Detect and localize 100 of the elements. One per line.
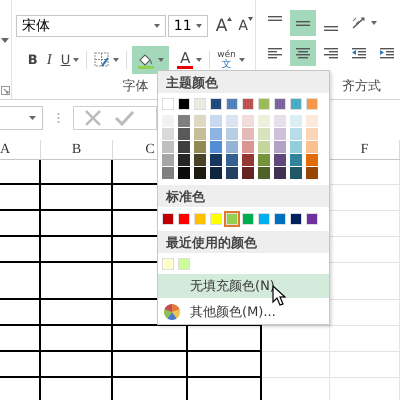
color-swatch[interactable] <box>306 213 318 225</box>
color-swatch[interactable] <box>194 167 206 179</box>
bold-button[interactable]: B <box>26 48 40 72</box>
color-swatch[interactable] <box>194 141 206 153</box>
align-center-icon <box>295 45 311 61</box>
more-colors-menu-item[interactable]: 其他颜色(M)... <box>158 300 329 324</box>
color-swatch[interactable] <box>306 167 318 179</box>
color-swatch[interactable] <box>274 98 286 110</box>
color-swatch[interactable] <box>306 141 318 153</box>
color-swatch[interactable] <box>210 98 222 110</box>
table-cell <box>0 160 41 185</box>
color-swatch[interactable] <box>290 167 302 179</box>
color-swatch[interactable] <box>306 115 318 127</box>
color-swatch[interactable] <box>242 167 254 179</box>
color-swatch[interactable] <box>258 128 270 140</box>
color-swatch[interactable] <box>226 98 238 110</box>
color-swatch[interactable] <box>210 115 222 127</box>
color-swatch[interactable] <box>178 167 190 179</box>
color-swatch[interactable] <box>242 141 254 153</box>
color-swatch[interactable] <box>226 154 238 166</box>
color-swatch[interactable] <box>306 98 318 110</box>
color-swatch[interactable] <box>226 141 238 153</box>
table-cell <box>0 237 41 263</box>
color-swatch[interactable] <box>178 141 190 153</box>
underline-button[interactable]: U <box>58 48 82 72</box>
color-swatch[interactable] <box>258 141 270 153</box>
column-header[interactable]: B <box>72 142 82 158</box>
color-swatch[interactable] <box>178 128 190 140</box>
color-swatch[interactable] <box>274 213 286 225</box>
color-swatch[interactable] <box>226 115 238 127</box>
color-swatch[interactable] <box>210 128 222 140</box>
color-swatch[interactable] <box>290 141 302 153</box>
font-size-field[interactable]: 11 <box>168 15 208 37</box>
color-swatch[interactable] <box>210 167 222 179</box>
color-swatch[interactable] <box>194 98 206 110</box>
color-swatch[interactable] <box>258 98 270 110</box>
phonetic-guide-button[interactable]: wén 文 <box>215 48 247 72</box>
name-box[interactable] <box>0 106 43 130</box>
font-color-button[interactable]: A <box>175 48 204 72</box>
color-swatch[interactable] <box>258 115 270 127</box>
color-swatch[interactable] <box>162 258 174 270</box>
align-center-button[interactable] <box>290 40 316 66</box>
color-swatch[interactable] <box>274 115 286 127</box>
align-middle-button[interactable] <box>290 10 316 36</box>
color-swatch[interactable] <box>162 128 174 140</box>
color-swatch[interactable] <box>178 213 190 225</box>
color-swatch[interactable] <box>226 213 238 225</box>
color-swatch[interactable] <box>162 98 174 110</box>
color-swatch[interactable] <box>194 213 206 225</box>
color-swatch[interactable] <box>274 167 286 179</box>
column-header[interactable]: A <box>0 142 10 158</box>
color-swatch[interactable] <box>258 167 270 179</box>
grow-font-button[interactable]: A <box>214 14 234 38</box>
color-swatch[interactable] <box>306 154 318 166</box>
color-swatch[interactable] <box>226 167 238 179</box>
color-swatch[interactable] <box>194 154 206 166</box>
align-right-icon <box>323 45 339 61</box>
color-swatch[interactable] <box>162 154 174 166</box>
color-swatch[interactable] <box>210 141 222 153</box>
color-swatch[interactable] <box>290 98 302 110</box>
color-swatch[interactable] <box>162 167 174 179</box>
caret-icon <box>158 58 164 62</box>
color-swatch[interactable] <box>162 115 174 127</box>
color-swatch[interactable] <box>274 128 286 140</box>
color-swatch[interactable] <box>258 154 270 166</box>
column-header[interactable]: C <box>145 142 155 158</box>
color-swatch[interactable] <box>242 213 254 225</box>
color-swatch[interactable] <box>274 154 286 166</box>
color-swatch[interactable] <box>210 213 222 225</box>
color-swatch[interactable] <box>194 128 206 140</box>
group-label: 齐方式 <box>342 78 381 95</box>
color-swatch[interactable] <box>194 115 206 127</box>
table-cell <box>0 300 41 326</box>
color-swatch[interactable] <box>226 128 238 140</box>
italic-button[interactable]: I <box>44 48 54 72</box>
color-swatch[interactable] <box>178 258 190 270</box>
color-swatch[interactable] <box>242 115 254 127</box>
column-header[interactable]: F <box>360 142 368 158</box>
color-swatch[interactable] <box>162 213 174 225</box>
color-swatch[interactable] <box>178 154 190 166</box>
color-swatch[interactable] <box>178 115 190 127</box>
table-cell <box>262 352 330 378</box>
table-cell <box>330 326 400 352</box>
color-swatch[interactable] <box>258 213 270 225</box>
fill-color-button[interactable] <box>132 46 170 74</box>
color-swatch[interactable] <box>242 98 254 110</box>
color-swatch[interactable] <box>242 128 254 140</box>
color-swatch[interactable] <box>290 154 302 166</box>
color-swatch[interactable] <box>290 213 302 225</box>
color-swatch[interactable] <box>178 98 190 110</box>
table-cell <box>41 352 113 378</box>
color-swatch[interactable] <box>210 154 222 166</box>
color-swatch[interactable] <box>242 154 254 166</box>
color-swatch[interactable] <box>162 141 174 153</box>
color-swatch[interactable] <box>290 128 302 140</box>
color-swatch[interactable] <box>290 115 302 127</box>
color-swatch[interactable] <box>274 141 286 153</box>
color-swatch[interactable] <box>306 128 318 140</box>
shrink-font-button[interactable]: A <box>236 14 255 38</box>
font-name-field[interactable]: 宋体 <box>16 15 166 37</box>
